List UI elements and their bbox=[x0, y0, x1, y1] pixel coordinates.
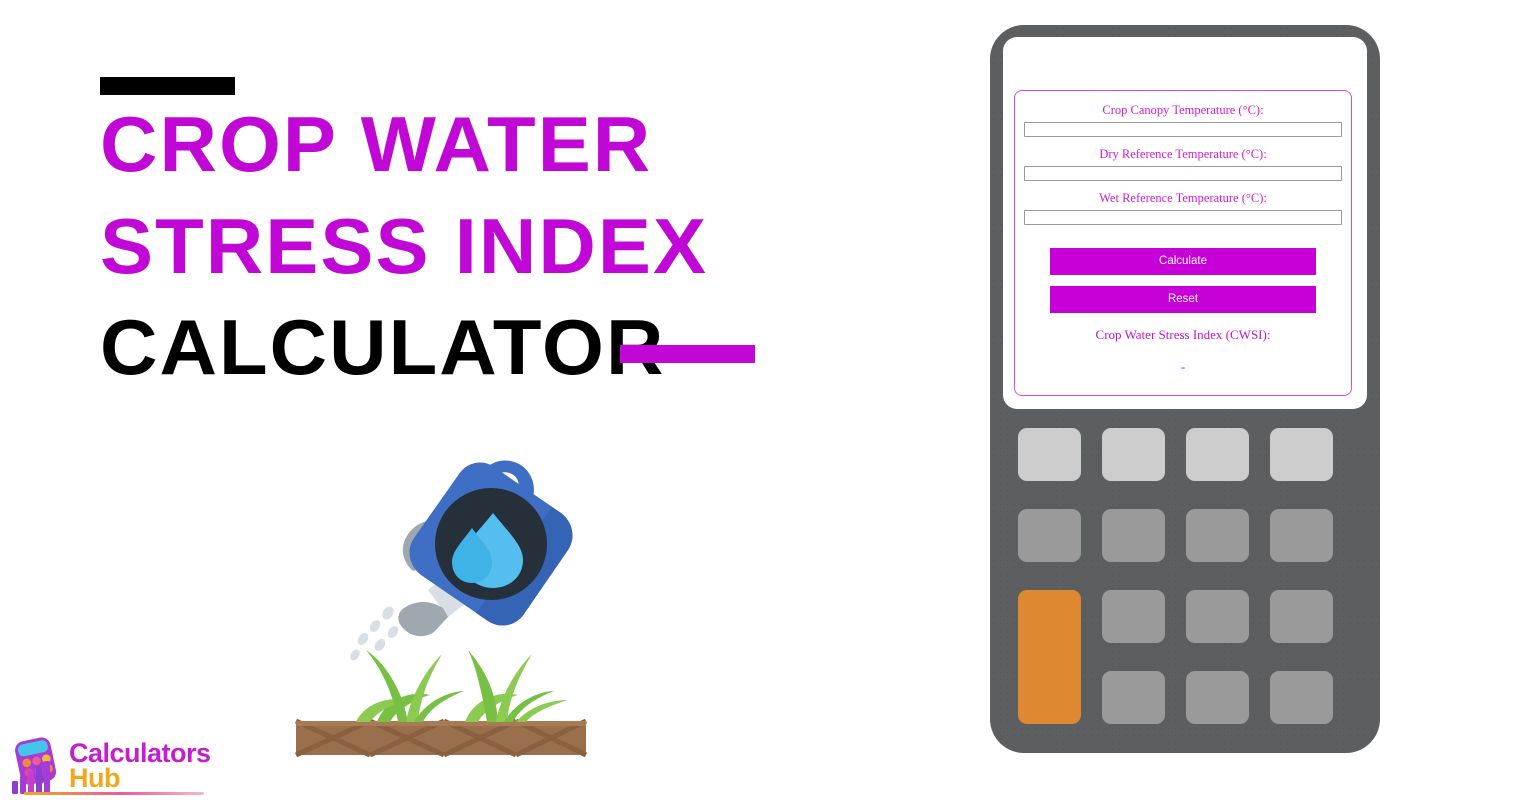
watering-can-illustration bbox=[280, 450, 620, 770]
brand-name-line2: Hub bbox=[69, 763, 120, 793]
water-drops bbox=[350, 606, 399, 661]
plant-right bbox=[465, 650, 568, 722]
dry-reference-temperature-input[interactable] bbox=[1024, 166, 1342, 181]
wet-reference-temperature-label: Wet Reference Temperature (°C): bbox=[1099, 191, 1267, 205]
page-root: Crop Water Stress Index Calculator bbox=[0, 0, 1520, 800]
brand-logo-underline bbox=[24, 792, 204, 795]
keypad-key-r1c2[interactable] bbox=[1102, 428, 1165, 481]
page-title-block: Crop Water Stress Index Calculator bbox=[100, 60, 900, 386]
page-title: Crop Water Stress Index Calculator bbox=[100, 101, 900, 386]
watering-can-body bbox=[402, 460, 573, 626]
calculator-device: Crop Canopy Temperature (°C): Dry Refere… bbox=[990, 25, 1380, 753]
keypad-key-r1c1[interactable] bbox=[1018, 428, 1081, 481]
calculate-button[interactable]: Calculate bbox=[1050, 248, 1316, 275]
keypad-key-r4c1[interactable] bbox=[1102, 671, 1165, 724]
keypad-key-r2c1[interactable] bbox=[1018, 509, 1081, 562]
soil-bed bbox=[294, 718, 588, 758]
calculator-screen: Crop Canopy Temperature (°C): Dry Refere… bbox=[1003, 37, 1367, 409]
title-line-1: Crop Water bbox=[100, 100, 653, 188]
crop-canopy-temperature-label: Crop Canopy Temperature (°C): bbox=[1102, 103, 1264, 117]
keypad-key-r2c3[interactable] bbox=[1186, 509, 1249, 562]
dry-reference-temperature-label: Dry Reference Temperature (°C): bbox=[1099, 147, 1267, 161]
keypad-key-r3c3[interactable] bbox=[1270, 590, 1333, 643]
title-bottom-rule bbox=[620, 345, 755, 363]
calculator-bar-chart-icon bbox=[10, 737, 62, 795]
keypad-key-r2c2[interactable] bbox=[1102, 509, 1165, 562]
keypad-key-r4c2[interactable] bbox=[1186, 671, 1249, 724]
brand-logo[interactable]: Calculators Hub bbox=[10, 737, 211, 795]
keypad-key-r3c1[interactable] bbox=[1102, 590, 1165, 643]
calculator-keypad bbox=[1018, 428, 1352, 725]
cwsi-result-value: - bbox=[1180, 359, 1186, 374]
wet-reference-temperature-input[interactable] bbox=[1024, 210, 1342, 225]
keypad-key-r1c4[interactable] bbox=[1270, 428, 1333, 481]
brand-logo-text: Calculators Hub bbox=[69, 739, 211, 793]
crop-canopy-temperature-input[interactable] bbox=[1024, 122, 1342, 137]
reset-button[interactable]: Reset bbox=[1050, 286, 1316, 313]
plant-left bbox=[356, 650, 464, 722]
keypad-key-r2c4[interactable] bbox=[1270, 509, 1333, 562]
cwsi-result-label: Crop Water Stress Index (CWSI): bbox=[1095, 327, 1271, 342]
title-line-3: Calculator bbox=[100, 303, 666, 392]
keypad-key-r4c3[interactable] bbox=[1270, 671, 1333, 724]
keypad-key-r1c3[interactable] bbox=[1186, 428, 1249, 481]
keypad-key-r3c2[interactable] bbox=[1186, 590, 1249, 643]
keypad-key-equals[interactable] bbox=[1018, 590, 1081, 724]
cwsi-form-card: Crop Canopy Temperature (°C): Dry Refere… bbox=[1014, 90, 1352, 396]
title-top-rule bbox=[100, 77, 235, 95]
title-line-2: Stress Index bbox=[100, 201, 709, 290]
